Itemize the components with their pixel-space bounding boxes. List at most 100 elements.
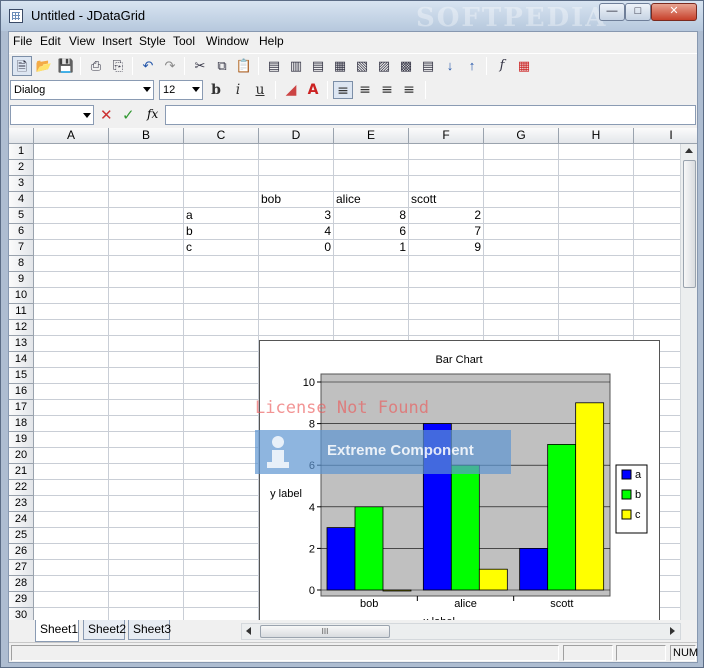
scroll-right-icon[interactable] [670, 627, 675, 635]
cell-f6[interactable]: 7 [409, 224, 484, 240]
underline-button[interactable]: u [250, 81, 270, 99]
cell-f3[interactable] [409, 176, 484, 192]
cell-c2[interactable] [184, 160, 259, 176]
cell-h10[interactable] [559, 288, 634, 304]
row-header-28[interactable]: 28 [9, 576, 34, 592]
cell-c9[interactable] [184, 272, 259, 288]
cell-b12[interactable] [109, 320, 184, 336]
cell-c22[interactable] [184, 480, 259, 496]
row-header-7[interactable]: 7 [9, 240, 34, 256]
delete-row-icon[interactable]: ▤ [308, 56, 328, 76]
row-header-23[interactable]: 23 [9, 496, 34, 512]
row-header-15[interactable]: 15 [9, 368, 34, 384]
row-header-11[interactable]: 11 [9, 304, 34, 320]
cell-c16[interactable] [184, 384, 259, 400]
cell-c5[interactable]: a [184, 208, 259, 224]
function-icon[interactable]: f [492, 56, 512, 76]
menu-style[interactable]: Style [139, 34, 166, 48]
cell-a3[interactable] [34, 176, 109, 192]
cell-c24[interactable] [184, 512, 259, 528]
close-button[interactable]: ✕ [651, 3, 697, 21]
cell-c28[interactable] [184, 576, 259, 592]
cell-b27[interactable] [109, 560, 184, 576]
cell-a11[interactable] [34, 304, 109, 320]
row-header-16[interactable]: 16 [9, 384, 34, 400]
cell-f5[interactable]: 2 [409, 208, 484, 224]
cell-e1[interactable] [334, 144, 409, 160]
horizontal-scrollbar[interactable]: III [241, 623, 681, 640]
row-header-8[interactable]: 8 [9, 256, 34, 272]
cell-a7[interactable] [34, 240, 109, 256]
cell-a25[interactable] [34, 528, 109, 544]
row-header-19[interactable]: 19 [9, 432, 34, 448]
cell-h7[interactable] [559, 240, 634, 256]
row-header-14[interactable]: 14 [9, 352, 34, 368]
cell-f9[interactable] [409, 272, 484, 288]
cell-a2[interactable] [34, 160, 109, 176]
cell-b19[interactable] [109, 432, 184, 448]
cell-b5[interactable] [109, 208, 184, 224]
cell-b24[interactable] [109, 512, 184, 528]
cell-h1[interactable] [559, 144, 634, 160]
cell-c29[interactable] [184, 592, 259, 608]
chart-icon[interactable]: ▦ [514, 56, 534, 76]
cut-icon[interactable]: ✂ [190, 56, 210, 76]
cell-e2[interactable] [334, 160, 409, 176]
cell-e7[interactable]: 1 [334, 240, 409, 256]
row-header-4[interactable]: 4 [9, 192, 34, 208]
cell-c7[interactable]: c [184, 240, 259, 256]
cell-a1[interactable] [34, 144, 109, 160]
menu-insert[interactable]: Insert [102, 34, 132, 48]
cell-h3[interactable] [559, 176, 634, 192]
cell-h2[interactable] [559, 160, 634, 176]
cell-c4[interactable] [184, 192, 259, 208]
save-icon[interactable]: 💾 [56, 56, 76, 76]
cell-a23[interactable] [34, 496, 109, 512]
cell-a4[interactable] [34, 192, 109, 208]
print-preview-icon[interactable]: ⎘ [108, 56, 128, 76]
cell-b16[interactable] [109, 384, 184, 400]
row-header-26[interactable]: 26 [9, 544, 34, 560]
row-header-29[interactable]: 29 [9, 592, 34, 608]
cell-c11[interactable] [184, 304, 259, 320]
row-header-12[interactable]: 12 [9, 320, 34, 336]
menu-help[interactable]: Help [259, 34, 284, 48]
column-header-c[interactable]: C [184, 128, 259, 144]
cell-c15[interactable] [184, 368, 259, 384]
cell-b18[interactable] [109, 416, 184, 432]
cell-e8[interactable] [334, 256, 409, 272]
cell-f8[interactable] [409, 256, 484, 272]
cell-e6[interactable]: 6 [334, 224, 409, 240]
maximize-button[interactable]: □ [625, 3, 651, 21]
print-icon[interactable]: ⎙ [86, 56, 106, 76]
font-color-icon[interactable]: A [303, 81, 323, 99]
cell-a24[interactable] [34, 512, 109, 528]
column-header-b[interactable]: B [109, 128, 184, 144]
copy-icon[interactable]: ⧉ [212, 56, 232, 76]
bold-button[interactable]: b [206, 81, 226, 99]
cell-e3[interactable] [334, 176, 409, 192]
cell-a26[interactable] [34, 544, 109, 560]
cell-c6[interactable]: b [184, 224, 259, 240]
cell-h11[interactable] [559, 304, 634, 320]
menu-window[interactable]: Window [206, 34, 249, 48]
cell-c27[interactable] [184, 560, 259, 576]
cell-b4[interactable] [109, 192, 184, 208]
cell-c17[interactable] [184, 400, 259, 416]
justify-icon[interactable]: ≡ [399, 81, 419, 99]
tab-sheet1[interactable]: Sheet1 [35, 620, 79, 642]
cell-f2[interactable] [409, 160, 484, 176]
cell-g8[interactable] [484, 256, 559, 272]
row-header-3[interactable]: 3 [9, 176, 34, 192]
align-left-icon[interactable]: ≡ [333, 81, 353, 99]
align-right-icon[interactable]: ≡ [377, 81, 397, 99]
cancel-icon[interactable]: ✕ [100, 106, 113, 124]
cell-h12[interactable] [559, 320, 634, 336]
cell-d5[interactable]: 3 [259, 208, 334, 224]
column-header-e[interactable]: E [334, 128, 409, 144]
cell-b1[interactable] [109, 144, 184, 160]
align-center-icon[interactable]: ≡ [355, 81, 375, 99]
cell-b23[interactable] [109, 496, 184, 512]
row-header-18[interactable]: 18 [9, 416, 34, 432]
row-header-25[interactable]: 25 [9, 528, 34, 544]
